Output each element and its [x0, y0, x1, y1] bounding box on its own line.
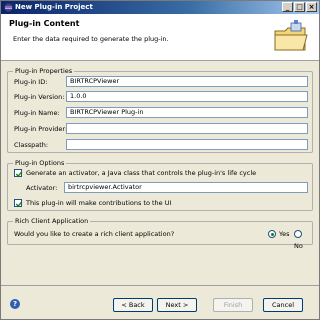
activator-field[interactable]: birtrcpviewer.Activator [64, 182, 308, 193]
rcp-group: Rich Client Application Would you like t… [7, 217, 313, 250]
plugin-version-label: Plug-in Version: [14, 93, 65, 101]
finish-button[interactable]: Finish [213, 298, 253, 312]
checkmark-icon [15, 201, 23, 207]
plugin-name-row: Plug-in Name: [14, 107, 60, 119]
eclipse-icon [4, 3, 13, 12]
classpath-field[interactable] [66, 139, 308, 150]
page-title: Plug-in Content [9, 19, 80, 28]
plugin-version-field[interactable]: 1.0.0 [66, 91, 308, 102]
generate-activator-label: Generate an activator, a Java class that… [26, 169, 257, 177]
plugin-id-row: Plug-in ID: [14, 76, 47, 88]
checkmark-icon [15, 171, 23, 177]
rcp-yes-option[interactable]: Yes [268, 228, 290, 240]
plugin-provider-field[interactable] [66, 123, 308, 134]
wizard-header: Plug-in Content Enter the data required … [1, 14, 319, 61]
activator-row: Activator: [26, 182, 57, 194]
back-button[interactable]: < Back [113, 298, 153, 312]
plugin-provider-row: Plug-in Provider: [14, 123, 67, 135]
next-button[interactable]: Next > [157, 298, 197, 312]
plugin-version-row: Plug-in Version: [14, 91, 64, 103]
close-button[interactable]: × [306, 2, 317, 12]
folder-plugin-icon [274, 20, 308, 51]
generate-activator-checkbox[interactable] [14, 169, 23, 177]
rcp-legend: Rich Client Application [13, 217, 91, 225]
ui-contrib-label: This plug-in will make contributions to … [26, 199, 172, 207]
rcp-no-radio[interactable] [294, 230, 302, 238]
plugin-id-field[interactable]: BIRTRCPViewer [66, 76, 308, 87]
plugin-name-label: Plug-in Name: [14, 109, 60, 117]
properties-legend: Plug-in Properties [13, 67, 75, 75]
ui-contrib-row[interactable]: This plug-in will make contributions to … [14, 197, 171, 209]
cancel-button[interactable]: Cancel [263, 298, 303, 312]
minimize-button[interactable]: _ [282, 2, 293, 12]
plugin-name-field[interactable]: BIRTRCPViewer Plug-in [66, 107, 308, 118]
rcp-no-option[interactable]: No [294, 228, 312, 250]
options-legend: Plug-in Options [13, 159, 67, 167]
rcp-yes-label: Yes [279, 230, 290, 238]
rcp-yes-radio[interactable] [268, 230, 276, 238]
help-icon[interactable]: ? [10, 299, 20, 309]
classpath-row: Classpath: [14, 139, 48, 151]
ui-contrib-checkbox[interactable] [14, 199, 23, 207]
plugin-id-label: Plug-in ID: [14, 78, 48, 86]
title-bar[interactable]: New Plug-in Project _ □ × [1, 1, 319, 14]
generate-activator-row[interactable]: Generate an activator, a Java class that… [14, 167, 256, 179]
activator-label: Activator: [26, 184, 58, 192]
window-title: New Plug-in Project [15, 3, 93, 11]
properties-group: Plug-in Properties Plug-in ID: BIRTRCPVi… [7, 67, 313, 153]
options-group: Plug-in Options Generate an activator, a… [7, 159, 313, 211]
footer-separator [1, 285, 319, 286]
rcp-question: Would you like to create a rich client a… [14, 230, 175, 238]
dialog-window: New Plug-in Project _ □ × Plug-in Conten… [0, 0, 320, 320]
rcp-no-label: No [294, 242, 303, 250]
maximize-button[interactable]: □ [294, 2, 305, 12]
plugin-provider-label: Plug-in Provider: [14, 125, 68, 133]
page-description: Enter the data required to generate the … [13, 35, 169, 43]
classpath-label: Classpath: [14, 141, 49, 149]
